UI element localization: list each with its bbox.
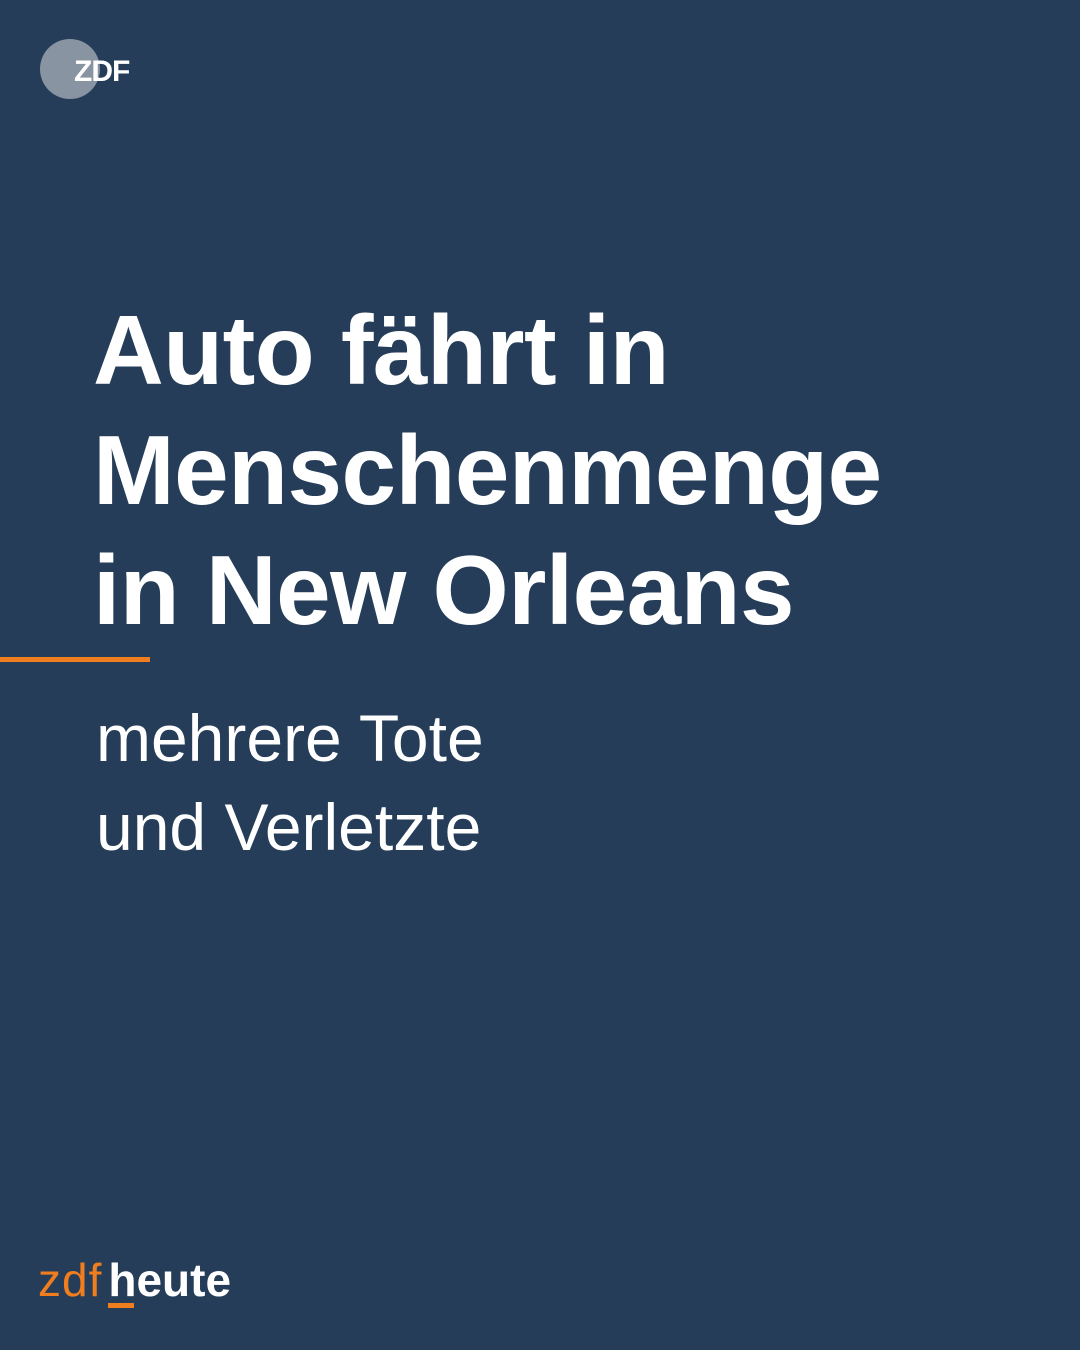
headline-line-1: Auto fährt in [93, 295, 669, 405]
headline: Auto fährt in Menschenmenge in New Orlea… [93, 290, 882, 650]
headline-line-2: Menschenmenge [93, 415, 882, 525]
brand-prefix: zdf [38, 1254, 103, 1306]
headline-line-3: in New Orleans [93, 535, 795, 645]
subline: mehrere Tote und Verletzte [96, 694, 484, 872]
zdf-logo-icon: ZDF [38, 37, 150, 101]
brand-suffix-wrap: heute [108, 1250, 231, 1310]
subline-line-1: mehrere Tote [96, 701, 484, 775]
accent-divider [0, 657, 150, 662]
zdf-logo-graphic: ZDF [40, 39, 131, 99]
brand-underline [108, 1303, 135, 1308]
brand-suffix: heute [108, 1254, 232, 1306]
subline-line-2: und Verletzte [96, 790, 482, 864]
zdf-logo-text: ZDF [74, 55, 130, 88]
zdfheute-brand-logo: zdf heute [38, 1250, 231, 1310]
